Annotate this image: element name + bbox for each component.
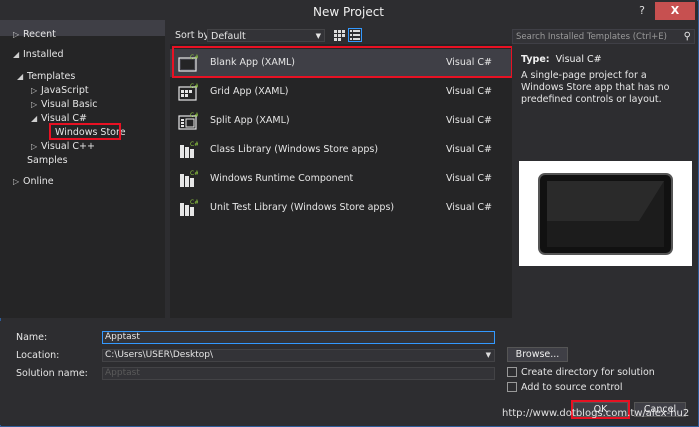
type-label: Type:: [521, 54, 550, 65]
expanded-arrow-icon: ◢: [13, 50, 20, 59]
collapsed-arrow-icon: ▷: [13, 30, 20, 39]
template-lang: Visual C#: [446, 173, 492, 184]
watermark: http://www.dotblogs.com.tw/alex-hu2: [502, 408, 690, 419]
template-lang: Visual C#: [446, 202, 492, 213]
name-field[interactable]: Apptast: [102, 331, 495, 344]
template-tree: [0, 26, 165, 318]
unit-test-library-icon: C#: [180, 199, 198, 216]
tree-online[interactable]: ▷ Online: [13, 176, 54, 187]
solution-name-field[interactable]: Apptast: [102, 367, 495, 380]
expanded-arrow-icon: ◢: [17, 72, 24, 81]
list-view-icon: [350, 30, 360, 40]
tree-javascript[interactable]: ▷ JavaScript: [31, 85, 89, 96]
close-button[interactable]: X: [655, 2, 695, 20]
svg-text:C#: C#: [190, 112, 198, 119]
small-icons-view-button[interactable]: [332, 28, 346, 42]
search-input[interactable]: Search Installed Templates (Ctrl+E) ⚲: [512, 29, 695, 44]
search-icon: ⚲: [683, 31, 691, 42]
template-lang: Visual C#: [446, 86, 492, 97]
template-name: Windows Runtime Component: [210, 173, 354, 184]
tree-online-label: Online: [23, 176, 54, 187]
template-name: Grid App (XAML): [210, 86, 289, 97]
location-label: Location:: [16, 350, 60, 361]
template-lang: Visual C#: [446, 115, 492, 126]
tree-visual-cpp-label: Visual C++: [41, 141, 95, 152]
template-preview: [519, 161, 692, 266]
template-name: Split App (XAML): [210, 115, 290, 126]
type-line: Type: Visual C#: [521, 54, 602, 65]
name-value: Apptast: [105, 332, 140, 342]
template-lang: Visual C#: [446, 144, 492, 155]
svg-text:C#: C#: [190, 199, 198, 206]
tree-templates[interactable]: ◢ Templates: [17, 71, 75, 82]
sort-dropdown[interactable]: Default ▼: [207, 29, 325, 42]
tree-installed-label: Installed: [23, 49, 64, 60]
collapsed-arrow-icon: ▷: [31, 86, 38, 95]
list-view-button[interactable]: [348, 28, 362, 42]
search-placeholder: Search Installed Templates (Ctrl+E): [516, 32, 667, 42]
grid-app-icon: C#: [178, 83, 198, 101]
dialog-title: New Project: [312, 5, 385, 19]
tree-javascript-label: JavaScript: [41, 85, 89, 96]
tree-visual-cpp[interactable]: ▷ Visual C++: [31, 141, 95, 152]
template-description: A single-page project for a Windows Stor…: [521, 70, 670, 105]
template-name: Unit Test Library (Windows Store apps): [210, 202, 395, 213]
template-row-grid-app[interactable]: C# Grid App (XAML) Visual C#: [170, 78, 512, 106]
tree-visual-basic-label: Visual Basic: [41, 99, 98, 110]
collapsed-arrow-icon: ▷: [13, 177, 20, 186]
tree-samples-label: Samples: [27, 155, 68, 166]
location-field[interactable]: C:\Users\USER\Desktop\ ▼: [102, 349, 495, 362]
grid-view-icon: [334, 30, 345, 41]
create-directory-label: Create directory for solution: [521, 367, 655, 378]
template-row-split-app[interactable]: C# Split App (XAML) Visual C#: [170, 107, 512, 135]
add-source-control-checkbox[interactable]: [507, 382, 517, 392]
collapsed-arrow-icon: ▷: [31, 142, 38, 151]
tree-visual-basic[interactable]: ▷ Visual Basic: [31, 99, 98, 110]
template-name: Class Library (Windows Store apps): [210, 144, 379, 155]
runtime-component-icon: C#: [180, 170, 198, 187]
svg-text:C#: C#: [190, 83, 198, 90]
chevron-down-icon: ▼: [485, 351, 491, 359]
split-app-icon: C#: [178, 112, 198, 130]
tree-templates-label: Templates: [27, 71, 76, 82]
create-directory-checkbox[interactable]: [507, 367, 517, 377]
collapsed-arrow-icon: ▷: [31, 100, 38, 109]
tree-samples[interactable]: Samples: [27, 155, 68, 166]
sort-value: Default: [211, 31, 246, 42]
chevron-down-icon: ▼: [315, 32, 321, 40]
location-value: C:\Users\USER\Desktop\: [105, 350, 214, 360]
solution-name-value: Apptast: [105, 368, 140, 378]
browse-button[interactable]: Browse...: [507, 347, 568, 362]
tree-recent[interactable]: ▷ Recent: [13, 29, 56, 40]
type-value: Visual C#: [555, 54, 602, 65]
svg-text:C#: C#: [190, 141, 198, 148]
blank-app-highlight: [172, 46, 513, 78]
help-icon[interactable]: ?: [632, 2, 652, 20]
expanded-arrow-icon: ◢: [31, 114, 38, 123]
solution-name-label: Solution name:: [16, 368, 88, 379]
windows-store-highlight: [49, 123, 121, 140]
template-row-unit-test-library[interactable]: C# Unit Test Library (Windows Store apps…: [170, 194, 512, 222]
template-row-class-library[interactable]: C# Class Library (Windows Store apps) Vi…: [170, 136, 512, 164]
class-library-icon: C#: [180, 141, 198, 158]
tablet-preview-icon: [538, 173, 673, 255]
add-source-control-label: Add to source control: [521, 382, 623, 393]
template-row-runtime-component[interactable]: C# Windows Runtime Component Visual C#: [170, 165, 512, 193]
tree-installed[interactable]: ◢ Installed: [13, 49, 63, 60]
tree-recent-label: Recent: [23, 29, 56, 40]
svg-text:C#: C#: [190, 170, 198, 177]
name-label: Name:: [16, 332, 48, 343]
